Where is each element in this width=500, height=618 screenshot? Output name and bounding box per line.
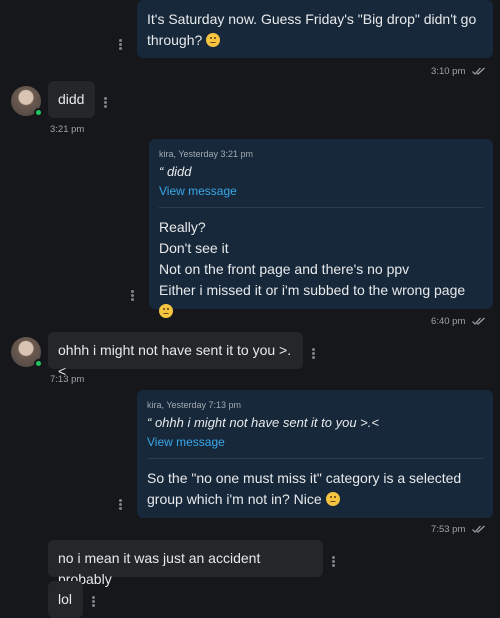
message-text: didd	[58, 91, 85, 107]
message-text: Really? Don't see it Not on the front pa…	[159, 217, 483, 322]
quoted-text: “ ohhh i might not have sent it to you >…	[147, 415, 379, 430]
disappointed-face-icon	[325, 492, 340, 506]
message-text: lol	[58, 591, 73, 607]
online-status-indicator	[34, 108, 43, 117]
message-options-button[interactable]	[332, 555, 335, 568]
persevering-face-icon	[206, 33, 221, 47]
avatar[interactable]	[11, 86, 43, 117]
online-status-indicator	[34, 359, 43, 368]
message-timestamp: 3:10 pm	[431, 66, 486, 77]
message-options-button[interactable]	[104, 96, 107, 109]
message-options-button[interactable]	[92, 595, 95, 608]
avatar[interactable]	[11, 337, 43, 368]
incoming-message-bubble[interactable]: lol	[48, 581, 83, 618]
outgoing-message-bubble[interactable]: It's Saturday now. Guess Friday's "Big d…	[137, 0, 493, 58]
outgoing-reply-bubble[interactable]: kira, Yesterday 3:21 pm “ didd View mess…	[149, 139, 493, 318]
message-options-button[interactable]	[131, 289, 134, 302]
message-timestamp: 6:40 pm	[431, 316, 486, 327]
message-text: no i mean it was just an accident probab…	[58, 550, 261, 587]
view-message-link[interactable]: View message	[159, 184, 483, 198]
quoted-text: “ didd	[159, 164, 192, 179]
message-text: So the "no one must miss it" category is…	[147, 470, 462, 507]
divider	[147, 458, 483, 459]
message-timestamp: 3:21 pm	[50, 124, 85, 135]
incoming-message-bubble[interactable]: didd	[48, 81, 95, 118]
divider	[159, 207, 483, 208]
outgoing-reply-bubble[interactable]: kira, Yesterday 7:13 pm “ ohhh i might n…	[137, 390, 493, 518]
message-timestamp: 7:13 pm	[50, 374, 85, 385]
view-message-link[interactable]: View message	[147, 435, 483, 449]
double-check-icon	[472, 526, 485, 534]
message-timestamp: 7:53 pm	[431, 524, 486, 535]
message-options-button[interactable]	[119, 38, 122, 51]
message-text: It's Saturday now. Guess Friday's "Big d…	[147, 11, 477, 48]
double-check-icon	[472, 68, 485, 76]
quote-header: kira, Yesterday 3:21 pm	[159, 149, 254, 159]
message-options-button[interactable]	[312, 347, 315, 360]
incoming-message-bubble[interactable]: no i mean it was just an accident probab…	[48, 540, 323, 587]
message-text: ohhh i might not have sent it to you >.<	[58, 342, 292, 379]
thinking-face-icon	[159, 304, 173, 318]
quote-header: kira, Yesterday 7:13 pm	[147, 400, 242, 410]
double-check-icon	[472, 318, 485, 326]
incoming-message-bubble[interactable]: ohhh i might not have sent it to you >.<	[48, 332, 303, 379]
message-options-button[interactable]	[119, 498, 122, 511]
